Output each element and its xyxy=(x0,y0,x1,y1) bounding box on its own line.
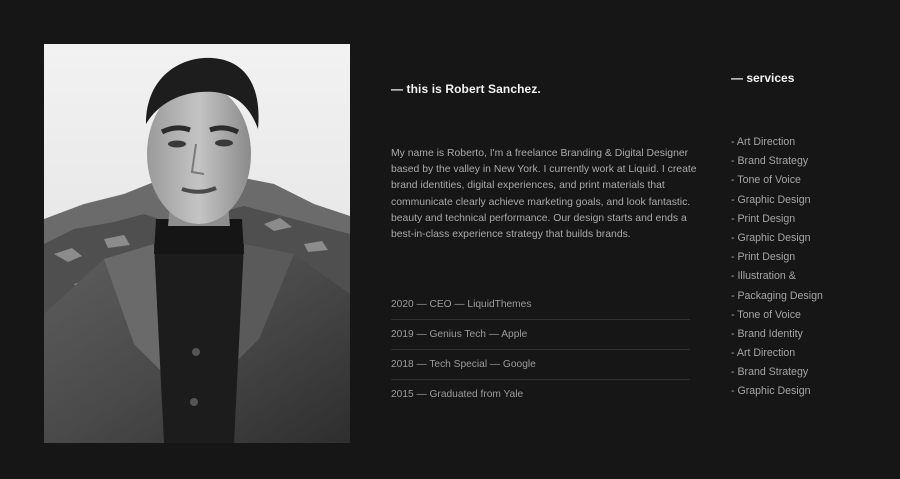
service-item: - Packaging Design xyxy=(731,289,823,302)
services-list: - Art Direction - Brand Strategy - Tone … xyxy=(731,134,841,403)
service-item: - Print Design xyxy=(731,212,796,225)
service-item: - Graphic Design xyxy=(731,231,811,244)
service-item: - Graphic Design xyxy=(731,385,811,398)
service-item: - Print Design xyxy=(731,251,796,264)
service-item: - Brand Strategy xyxy=(731,366,809,379)
service-item: - Tone of Voice xyxy=(731,308,801,321)
service-item: - Brand Identity xyxy=(731,327,803,340)
portrait-photo xyxy=(44,44,350,443)
service-item: - Illustration & xyxy=(731,270,796,283)
service-item: - Art Direction xyxy=(731,347,796,360)
service-item: - Graphic Design xyxy=(731,193,811,206)
timeline-item: 2015 — Graduated from Yale xyxy=(391,389,524,400)
services-heading: — services xyxy=(731,71,795,85)
timeline-item: 2018 — Tech Special — Google xyxy=(391,350,690,380)
bio-paragraph: My name is Roberto, I'm a freelance Bran… xyxy=(391,148,697,241)
service-item: - Tone of Voice xyxy=(731,174,801,187)
career-timeline: 2020 — CEO — LiquidThemes 2019 — Genius … xyxy=(391,290,690,409)
intro-heading: — this is Robert Sanchez. xyxy=(391,82,541,96)
timeline-item: 2019 — Genius Tech — Apple xyxy=(391,320,690,350)
service-item: - Brand Strategy xyxy=(731,155,809,168)
timeline-item: 2020 — CEO — LiquidThemes xyxy=(391,290,690,320)
about-section: — this is Robert Sanchez. My name is Rob… xyxy=(0,0,900,479)
service-item: - Art Direction xyxy=(731,136,796,148)
